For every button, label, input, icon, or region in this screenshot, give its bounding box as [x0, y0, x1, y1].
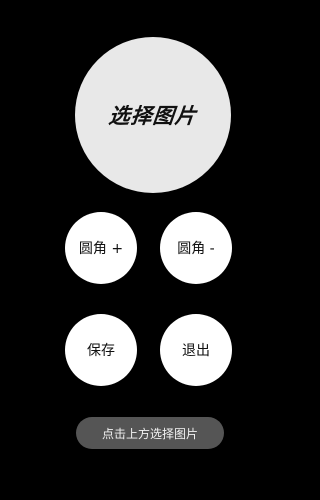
- decrease-corner-radius-button[interactable]: 圆角 -: [160, 212, 232, 284]
- hint-toast: 点击上方选择图片: [76, 417, 224, 449]
- select-image-button[interactable]: 选择图片: [75, 37, 231, 193]
- save-button[interactable]: 保存: [65, 314, 137, 386]
- increase-corner-radius-button[interactable]: 圆角 +: [65, 212, 137, 284]
- exit-button[interactable]: 退出: [160, 314, 232, 386]
- select-image-label: 选择图片: [107, 104, 199, 128]
- app-screen: 选择图片 圆角 + 圆角 - 保存 退出 点击上方选择图片: [0, 0, 300, 500]
